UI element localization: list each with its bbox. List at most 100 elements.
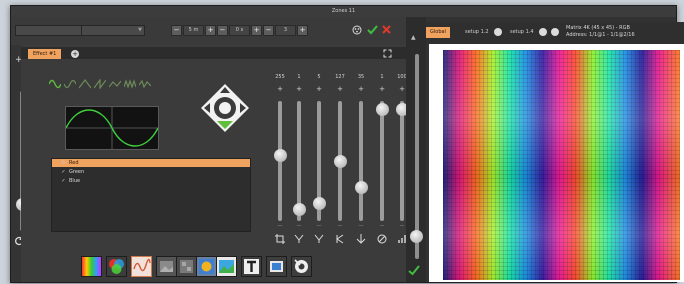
slider-plus-button[interactable]: + [333,85,347,93]
waveform-preview [65,106,159,150]
matrix-info: Matrix 4K (45 x 45) - RGB Address: 1/1@1… [566,25,635,39]
effect-type-pattern[interactable] [176,256,197,277]
slider-minus-button[interactable]: — [375,223,389,229]
color-wheel-icon [109,259,124,274]
add-tab-button[interactable]: + [71,50,79,58]
color-list: ↻ Red ✓ Green ✓ Blue [51,158,251,232]
wave-icon [133,258,151,272]
square-wave-icon[interactable] [123,79,137,89]
chevron-down-icon: ▼ [138,27,142,33]
slider-track[interactable] [380,101,384,221]
merge-icon[interactable] [335,234,345,244]
funnel-icon[interactable] [314,234,324,244]
effect-type-text[interactable] [241,256,262,277]
ramp-wave-icon[interactable] [108,79,122,89]
dim2-plus-button[interactable]: + [251,25,262,36]
slider-track[interactable] [400,101,404,221]
tab-global-label: Global [430,29,446,35]
dim3-plus-button[interactable]: + [297,25,308,36]
dim1-field[interactable]: 5 m [183,25,204,36]
sine-wave-icon[interactable] [48,79,62,89]
effect-type-video[interactable] [266,256,287,277]
slider-minus-button[interactable]: — [312,223,326,229]
effect-tabbar: Effect #1 + [21,47,406,59]
direction-pad[interactable] [201,84,249,132]
window-title: Zones 11 [331,8,356,14]
checkmark-icon: ✓ [61,178,66,184]
crop-icon[interactable] [275,234,285,244]
close-icon[interactable] [539,28,547,36]
confirm-preview-button[interactable] [408,264,420,276]
tab-global[interactable]: Global [426,27,450,38]
add-tab-icon[interactable] [551,28,559,36]
cancel-button[interactable] [381,24,392,35]
picture-icon [199,259,214,274]
landscape-icon [219,260,234,273]
slider-plus-button[interactable]: + [312,85,326,93]
matrix-info-line1: Matrix 4K (45 x 45) - RGB [566,25,630,31]
effect-type-image[interactable] [156,256,177,277]
slider-plus-button[interactable]: + [375,85,389,93]
tab-setup-1-4-label: setup 1.4 [510,29,534,35]
expand-icon[interactable] [383,49,392,58]
slider-knob[interactable] [312,197,326,211]
slider-minus-button[interactable]: — [273,223,287,229]
effect-type-picture[interactable] [196,256,217,277]
effect-type-sample[interactable] [216,256,237,277]
slider-knob[interactable] [333,154,347,168]
slider-minus-button[interactable]: — [333,223,347,229]
list-item[interactable]: ✓ Blue [52,177,250,185]
list-item[interactable]: ↻ Red [52,159,250,167]
slider-minus-button[interactable]: — [354,223,368,229]
tab-effect-1-label: Effect #1 [33,51,57,57]
dim1-minus-button[interactable]: − [171,25,182,36]
slider-plus-button[interactable]: + [273,85,287,93]
audio-icon [294,259,308,273]
random-wave-icon[interactable] [138,79,152,89]
preset-dial-icon[interactable] [352,25,362,35]
pattern-icon [180,260,193,273]
list-item[interactable]: ✓ Green [52,168,250,176]
tab-setup-1-2[interactable]: setup 1.2 [461,27,493,38]
dim2-minus-button[interactable]: − [217,25,228,36]
tab-effect-1[interactable]: Effect #1 [28,49,62,59]
apply-button[interactable] [367,24,378,35]
mode-combo[interactable]: ▼ [81,25,145,36]
tab-setup-1-4[interactable]: setup 1.4 [506,27,538,38]
close-icon[interactable] [494,28,502,36]
list-item-label: Green [69,169,85,175]
dim2-field[interactable]: 0 s [229,25,250,36]
tab-setup-1-2-label: setup 1.2 [465,29,489,35]
effect-type-wave[interactable] [131,256,152,277]
slider-knob[interactable] [292,202,306,216]
image-icon [160,261,173,272]
checkmark-icon [408,265,420,276]
no-entry-icon[interactable] [377,234,387,244]
sine-alt-wave-icon[interactable] [63,79,77,89]
cycle-icon: ↻ [61,160,66,166]
effect-type-audio[interactable] [291,256,312,277]
slider-value: 255 [275,74,285,80]
list-item-label: Blue [69,178,81,184]
effect-type-color-wheel[interactable] [106,256,127,277]
effect-type-gradient[interactable] [81,256,102,277]
led-matrix-shading [443,50,680,280]
list-item-label: Red [69,160,79,166]
dim3-field[interactable]: 3 [275,25,296,36]
dim3-minus-button[interactable]: − [263,25,274,36]
slider-knob[interactable] [273,149,287,163]
slider-knob[interactable] [375,103,389,117]
slider-plus-button[interactable]: + [292,85,306,93]
triangle-wave-icon[interactable] [78,79,92,89]
funnel-icon[interactable] [294,234,304,244]
sawtooth-wave-icon[interactable] [93,78,107,90]
chevron-up-icon[interactable]: ▲ [411,34,416,41]
preview-fader-track[interactable] [415,54,419,259]
dim1-plus-button[interactable]: + [205,25,216,36]
slider-minus-button[interactable]: — [292,223,306,229]
slider-knob[interactable] [354,181,368,195]
slider-plus-button[interactable]: + [354,85,368,93]
preview-fader-knob[interactable] [410,230,423,243]
arrow-down-icon[interactable] [356,234,366,244]
slider-track[interactable] [359,101,363,221]
